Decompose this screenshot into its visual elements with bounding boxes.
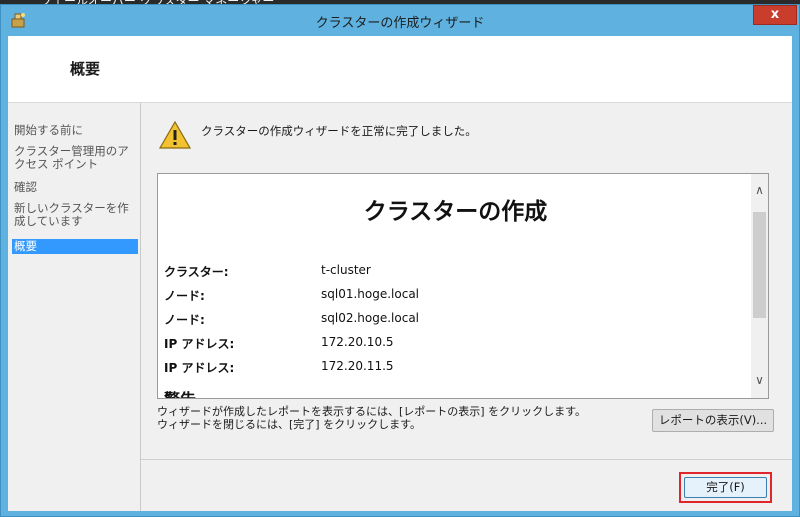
wizard-content: クラスターの作成ウィザードを正常に完了しました。 クラスターの作成 クラスター:… bbox=[141, 103, 792, 511]
window-title: クラスターの作成ウィザード bbox=[315, 16, 485, 31]
nav-step-summary[interactable]: 概要 bbox=[12, 239, 138, 254]
report-row-value: 172.20.10.5 bbox=[321, 335, 394, 349]
report-row-value: 172.20.11.5 bbox=[321, 359, 394, 373]
report-row-label: IP アドレス: bbox=[164, 361, 235, 375]
report-row-value: sql02.hoge.local bbox=[321, 311, 420, 325]
report-partial-heading: 警告 bbox=[164, 388, 204, 398]
completion-message: クラスターの作成ウィザードを正常に完了しました。 bbox=[201, 124, 477, 138]
page-title: 概要 bbox=[70, 60, 101, 78]
report-row-label: IP アドレス: bbox=[164, 337, 235, 351]
finish-button[interactable]: 完了(F) bbox=[684, 477, 767, 498]
report-scrollbar[interactable]: ∧ ∨ bbox=[751, 174, 768, 398]
footer-divider bbox=[141, 459, 792, 460]
view-report-button[interactable]: レポートの表示(V)... bbox=[652, 409, 774, 432]
report-row-label: ノード: bbox=[164, 313, 205, 327]
scroll-down-chevron-icon[interactable]: ∨ bbox=[751, 372, 768, 389]
wizard-client-area: 概要 開始する前に クラスター管理用のアクセス ポイント 確認 新しいクラスター… bbox=[8, 36, 792, 511]
report-title: クラスターの作成 bbox=[363, 199, 548, 225]
wizard-header: 概要 bbox=[8, 36, 792, 103]
nav-step-access-point[interactable]: クラスター管理用のアクセス ポイント bbox=[12, 144, 138, 172]
nav-step-before-you-begin[interactable]: 開始する前に bbox=[12, 123, 138, 138]
wizard-window: クラスターの作成ウィザード x 概要 開始する前に クラスター管理用のアクセス … bbox=[0, 4, 800, 517]
info-line-view-report: ウィザードが作成したレポートを表示するには、[レポートの表示] をクリックします… bbox=[157, 405, 586, 418]
report-row-value: t-cluster bbox=[321, 263, 371, 277]
report-viewer[interactable]: クラスターの作成 クラスター: t-cluster ノード: sql01.hog… bbox=[157, 173, 769, 399]
report-row-label: ノード: bbox=[164, 289, 205, 303]
warning-icon bbox=[159, 120, 191, 149]
info-line-finish: ウィザードを閉じるには、[完了] をクリックします。 bbox=[157, 418, 421, 431]
title-bar[interactable]: クラスターの作成ウィザード x bbox=[1, 5, 799, 35]
wizard-steps-nav: 開始する前に クラスター管理用のアクセス ポイント 確認 新しいクラスターを作成… bbox=[8, 103, 141, 511]
info-text: ウィザードが作成したレポートを表示するには、[レポートの表示] をクリックします… bbox=[157, 405, 586, 431]
nav-step-confirmation[interactable]: 確認 bbox=[12, 180, 138, 195]
scroll-up-chevron-icon[interactable]: ∧ bbox=[751, 182, 768, 199]
report-row-label: クラスター: bbox=[164, 265, 229, 279]
close-button[interactable]: x bbox=[753, 5, 797, 25]
nav-step-creating-cluster[interactable]: 新しいクラスターを作成しています bbox=[12, 201, 138, 229]
report-row-value: sql01.hoge.local bbox=[321, 287, 420, 301]
partial-heading-text: 警告 bbox=[164, 388, 204, 398]
scroll-thumb[interactable] bbox=[753, 212, 766, 318]
